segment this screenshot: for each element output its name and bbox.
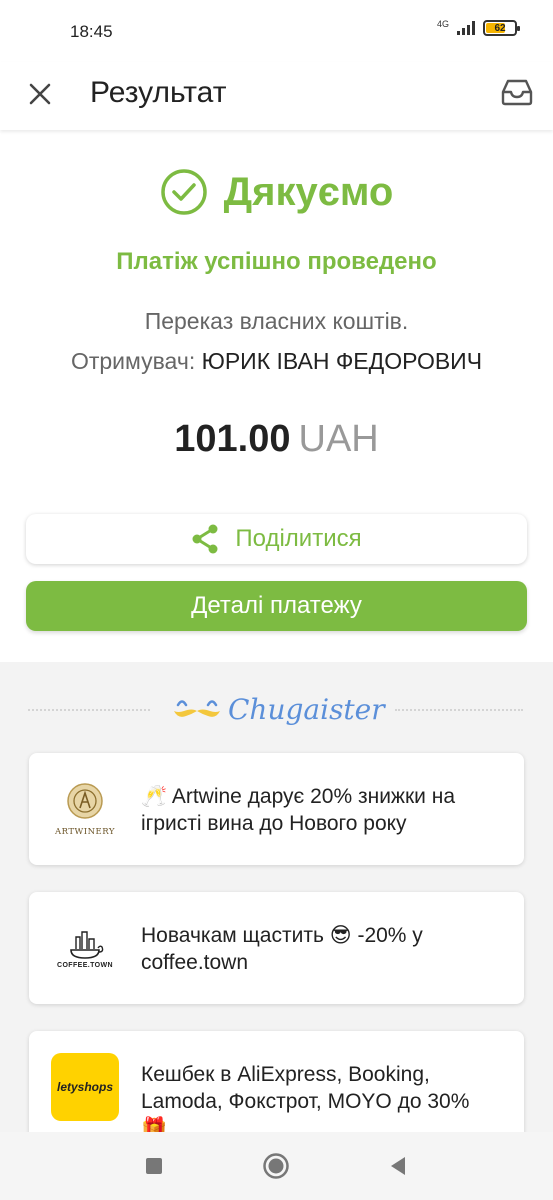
thanks-heading: Дякуємо [0, 168, 553, 216]
brand-row: Chugaister [0, 686, 553, 732]
chugaister-logo: Chugaister [172, 686, 385, 732]
back-button[interactable] [384, 1152, 412, 1180]
inbox-icon [501, 79, 533, 106]
offer-text: Новачкам щастить 😎 -20% у coffee.town [141, 924, 423, 974]
offer-card-letyshops[interactable]: letyshops Кешбек в AliExpress, Booking, … [29, 1031, 524, 1132]
mustache-icon [174, 700, 220, 717]
back-triangle-icon [391, 1157, 405, 1175]
system-nav-bar [0, 1132, 553, 1200]
payment-amount: 101.00 UAH [0, 418, 553, 461]
home-button[interactable] [262, 1152, 290, 1180]
artwinery-logo: ARTWINERY [49, 775, 121, 843]
amount-value: 101.00 [174, 418, 291, 460]
circle-icon [263, 1153, 289, 1179]
brand-name: Chugaister [228, 692, 385, 726]
share-icon [192, 524, 218, 554]
square-icon [146, 1158, 162, 1174]
app-bar: Результат [0, 62, 553, 130]
payment-status: Платіж успішно проведено [116, 248, 437, 275]
close-icon [29, 83, 51, 105]
coffee-town-logo: COFFEE.TOWN [49, 914, 121, 982]
payment-description: Переказ власних коштів. [144, 308, 409, 334]
letyshops-logo: letyshops [49, 1053, 121, 1121]
letyshops-logo-tile: letyshops [51, 1053, 119, 1121]
artwinery-logo-text: ARTWINERY [54, 827, 116, 837]
recipient-name: ЮРИК ІВАН ФЕДОРОВИЧ [201, 348, 483, 374]
details-label: Деталі платежу [191, 592, 362, 619]
coffee-town-logo-text: COFFEE.TOWN [57, 962, 113, 969]
inbox-button[interactable] [499, 74, 535, 110]
offer-text: 🥂 Artwine дарує 20% знижки на ігристі ви… [141, 785, 456, 835]
recipient-line: Отримувач: ЮРИК ІВАН ФЕДОРОВИЧ [0, 348, 553, 375]
offer-card-coffee-town[interactable]: COFFEE.TOWN Новачкам щастить 😎 -20% у co… [29, 892, 524, 1004]
payment-details-button[interactable]: Деталі платежу [26, 581, 527, 631]
recipient-label: Отримувач: [70, 348, 196, 374]
share-button[interactable]: Поділитися [26, 514, 527, 564]
check-circle-icon [160, 169, 207, 215]
promo-section: Chugaister ARTWINERY 🥂 Artwine дарує 20%… [0, 662, 553, 1132]
amount-currency: UAH [298, 418, 379, 460]
payment-result: Дякуємо Платіж успішно проведено Переказ… [0, 130, 553, 662]
letyshops-logo-text: letyshops [56, 1080, 113, 1094]
offer-text: Кешбек в AliExpress, Booking, Lamoda, Фо… [141, 1063, 470, 1132]
page-title: Результат [90, 76, 227, 109]
recents-button[interactable] [140, 1152, 168, 1180]
battery-icon: 62 [483, 20, 520, 36]
divider [28, 709, 150, 711]
offer-card-artwine[interactable]: ARTWINERY 🥂 Artwine дарує 20% знижки на … [29, 753, 524, 865]
status-bar: 18:45 4G 62 [0, 0, 553, 62]
network-type: 4G [436, 19, 449, 29]
battery-level: 62 [494, 22, 506, 34]
thanks-text: Дякуємо [223, 169, 394, 214]
close-button[interactable] [22, 76, 58, 112]
signal-icon [457, 21, 475, 35]
status-indicators: 4G 62 [436, 19, 520, 36]
coffee-town-logo-image [70, 931, 104, 959]
status-time: 18:45 [70, 22, 113, 41]
share-label: Поділитися [235, 525, 362, 552]
divider [395, 709, 523, 711]
